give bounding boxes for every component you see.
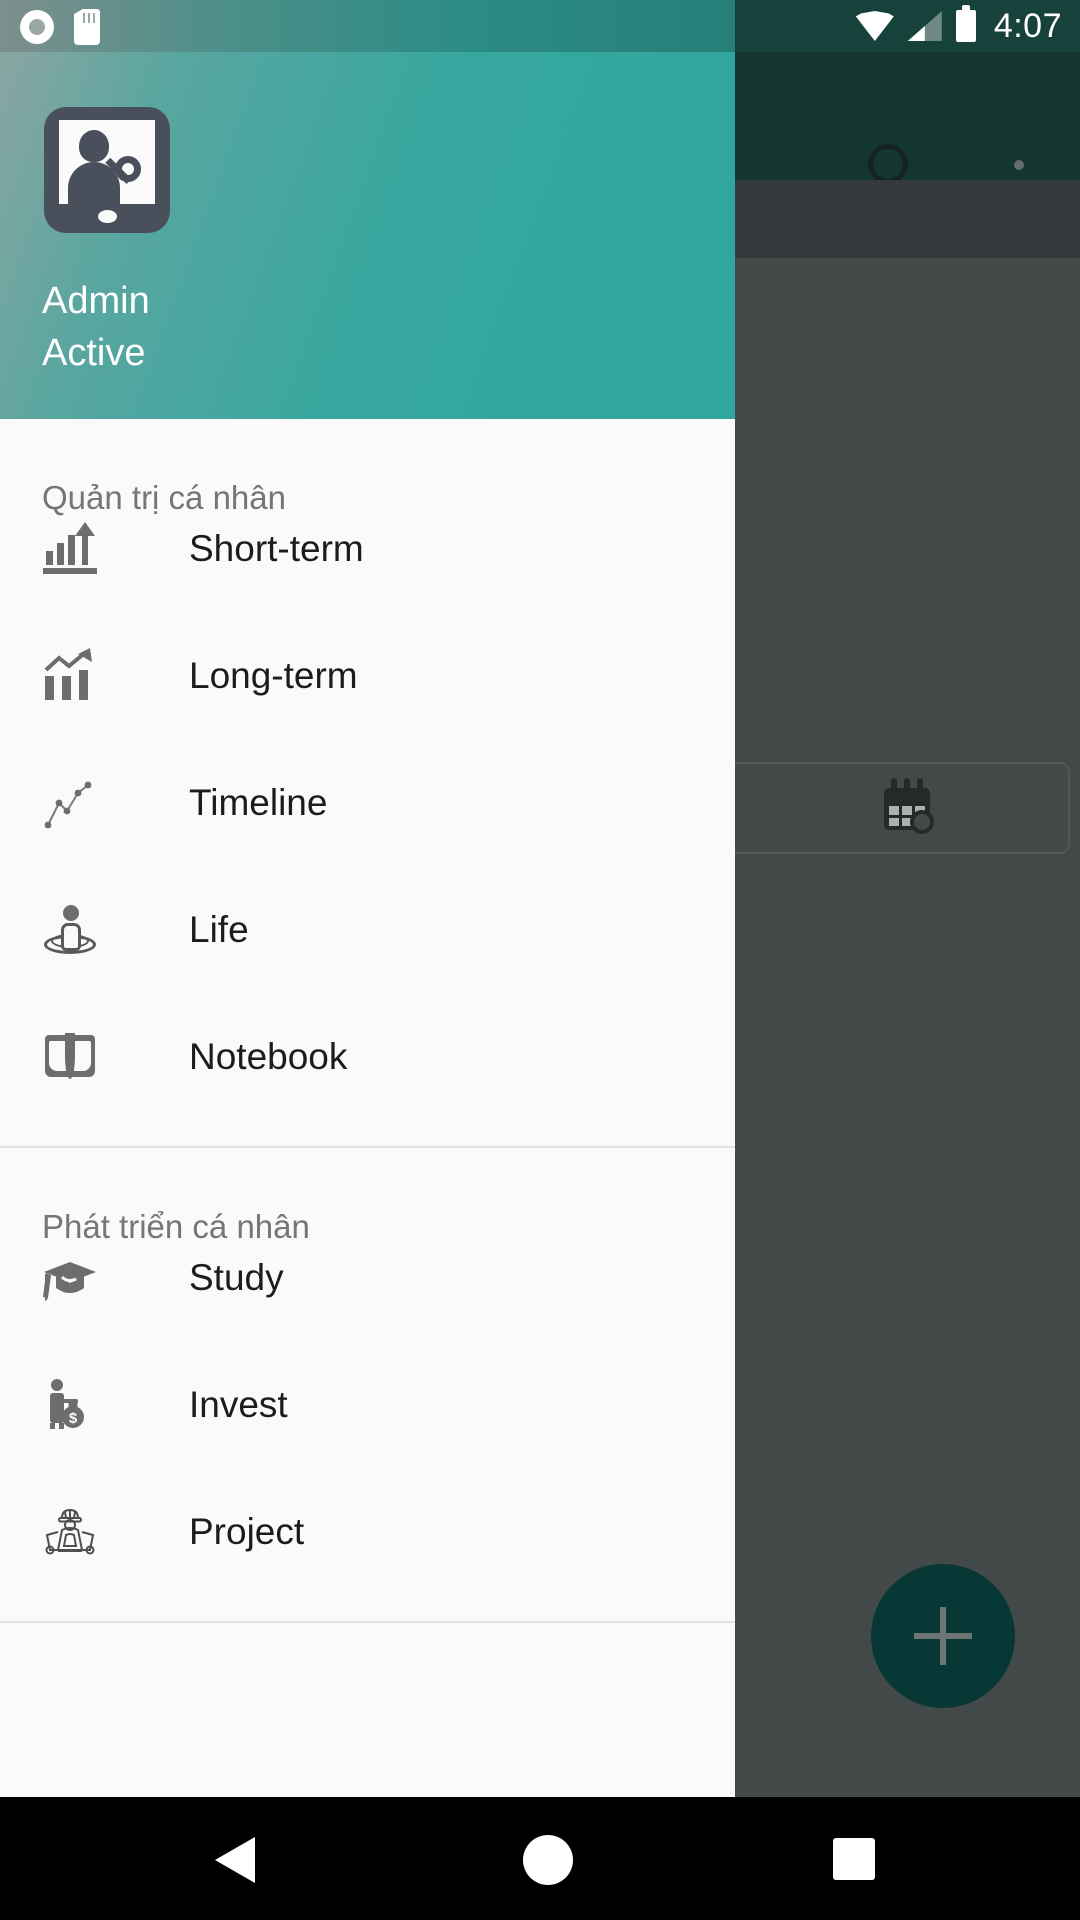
menu-item-invest[interactable]: $ Invest [0, 1341, 735, 1468]
plus-icon-vertical [940, 1607, 946, 1665]
drawer-divider-2 [0, 1621, 735, 1623]
battery-icon [955, 5, 976, 42]
cell-signal-icon [907, 11, 942, 41]
status-bar: 4:07 [0, 0, 1080, 52]
menu-item-label: Short-term [189, 527, 364, 569]
phone-screen: SAT SUN /2020 [0, 0, 1080, 1920]
menu-item-short-term[interactable]: Short-term [0, 485, 735, 612]
section-title-personal-management: Quản trị cá nhân [42, 479, 286, 516]
record-icon [20, 10, 54, 44]
menu-item-life[interactable]: Life [0, 866, 735, 993]
status-bar-left-fill [0, 0, 735, 52]
status-bar-clock: 4:07 [993, 6, 1062, 45]
wifi-icon [855, 11, 894, 41]
graduation-cap-icon [42, 1250, 98, 1306]
android-navigation-bar [0, 1797, 1080, 1920]
recents-square-icon[interactable] [833, 1838, 875, 1880]
svg-text:$: $ [69, 1410, 78, 1427]
menu-item-label: Life [189, 908, 249, 950]
person-money-bag-icon: $ [42, 1377, 98, 1433]
sd-card-icon [74, 9, 100, 45]
avatar-key-tooth [103, 186, 112, 198]
menu-item-label: Invest [189, 1383, 288, 1425]
calendar-clock-icon[interactable] [880, 778, 938, 836]
section-title-personal-development: Phát triển cá nhân [42, 1208, 310, 1245]
navigation-drawer: Admin Active Quản trị cá nhân Short-term [0, 0, 735, 1797]
person-in-ring-icon [42, 902, 98, 958]
menu-item-label: Notebook [189, 1035, 348, 1077]
dot-1 [1014, 160, 1024, 170]
search-lens [868, 144, 908, 184]
status-bar-system-icons: 4:07 [855, 0, 1062, 52]
avatar[interactable] [44, 107, 170, 233]
menu-item-label: Project [189, 1510, 305, 1552]
menu-item-label: Study [189, 1256, 284, 1298]
drawer-account-status: Active [42, 332, 146, 374]
open-book-icon [42, 1029, 98, 1085]
menu-item-study[interactable]: Study [0, 1214, 735, 1341]
status-bar-notification-icons [20, 9, 100, 45]
menu-item-notebook[interactable]: Notebook [0, 993, 735, 1120]
home-circle-icon[interactable] [523, 1835, 573, 1885]
avatar-person-head [79, 130, 109, 162]
engineer-blueprint-icon [42, 1504, 98, 1560]
section-gap-2 [0, 1595, 735, 1621]
menu-section-personal-management: Quản trị cá nhân Short-term Long-term Ti… [0, 419, 735, 1120]
avatar-home-button [98, 210, 117, 223]
calendar-clock-dial [910, 810, 934, 834]
menu-section-personal-development: Phát triển cá nhân Study $ Invest Projec… [0, 1148, 735, 1595]
avatar-key-head [115, 156, 141, 182]
drawer-header[interactable]: Admin Active [0, 0, 735, 419]
drawer-username: Admin [42, 280, 150, 322]
avatar-screen [59, 120, 155, 204]
menu-item-label: Long-term [189, 654, 358, 696]
line-chart-points-icon [42, 775, 98, 831]
bar-chart-arrow-up-icon [42, 521, 98, 577]
menu-item-label: Timeline [189, 781, 328, 823]
menu-item-long-term[interactable]: Long-term [0, 612, 735, 739]
add-fab-button[interactable] [871, 1564, 1015, 1708]
menu-item-timeline[interactable]: Timeline [0, 739, 735, 866]
growth-chart-icon [42, 647, 98, 704]
menu-item-project[interactable]: Project [0, 1468, 735, 1595]
back-triangle-icon[interactable] [215, 1837, 255, 1883]
